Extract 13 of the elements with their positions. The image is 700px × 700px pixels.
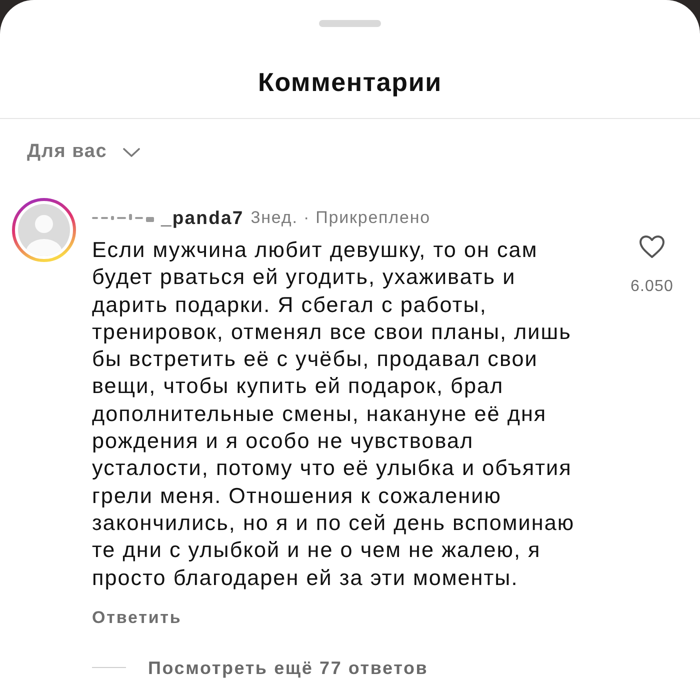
sheet-title: Комментарии (258, 66, 442, 98)
comment-meta: 3нед. · Прикреплено (250, 207, 430, 229)
like-count: 6.050 (630, 278, 674, 296)
avatar-icon[interactable] (12, 198, 76, 262)
chevron-down-icon (123, 148, 140, 156)
sort-dropdown[interactable]: Для вас (27, 141, 140, 163)
heart-icon[interactable] (639, 235, 665, 259)
view-replies-button[interactable]: Посмотреть ещё 77 ответов (148, 658, 428, 678)
obscured-text-drawing (92, 214, 154, 222)
drag-handle[interactable] (319, 20, 381, 27)
username[interactable]: _panda7 (161, 207, 244, 229)
comment-text: Если мужчина любит девушку, то он сам будет рваться ей угодить, ухаживать и дарить подарки. Я сбегал с работы, тренировок, отменял все свои планы, лишь бы встретить её с учёбы, продавал свои вещи, чтобы купить ей подарок, брал дополнительные смены, накануне её дня рождения и я особо не чувствовал усталости, потому что её улыбка и объятия грели меня. Отношения к сожалению закончились, но я и по сей день вспоминаю те дни с улыбкой и не о чем не жалею, я просто благодарен ей за эти моменты. (92, 236, 576, 591)
reply-button[interactable]: Ответить (92, 608, 182, 628)
